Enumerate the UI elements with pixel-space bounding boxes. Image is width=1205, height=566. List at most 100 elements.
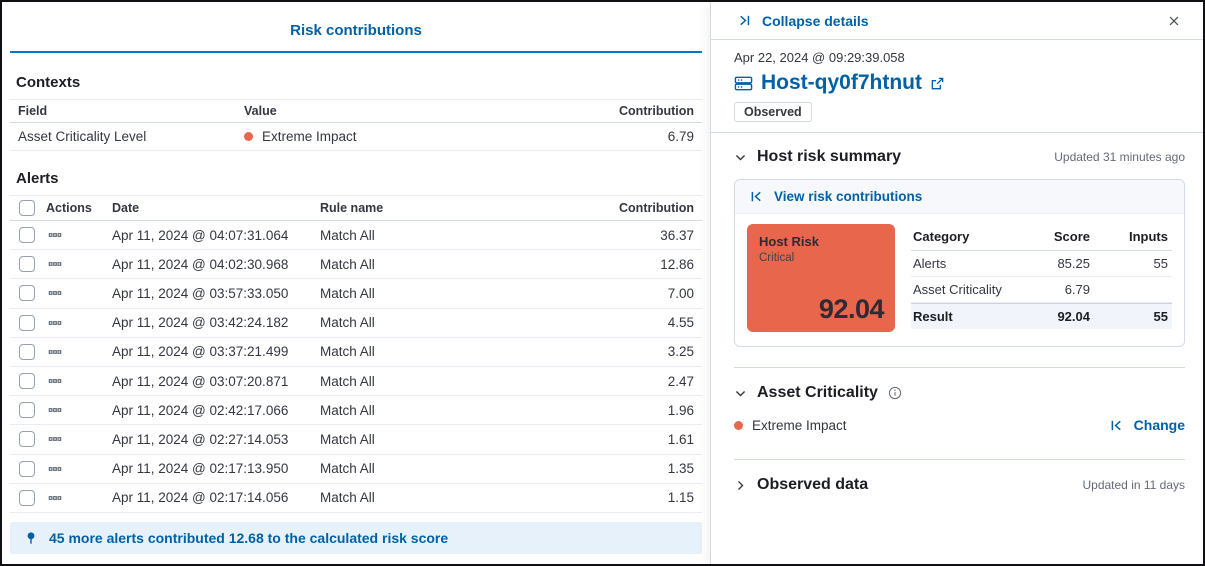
row-checkbox[interactable] <box>19 402 35 418</box>
app-window: Risk contributions Contexts Field Value … <box>0 0 1205 566</box>
alerts-col-rule-name: Rule name <box>320 201 582 215</box>
criticality-dot <box>734 421 743 430</box>
divider <box>734 459 1185 460</box>
category-name: Asset Criticality <box>911 282 1010 297</box>
row-checkbox[interactable] <box>19 373 35 389</box>
alert-row: Apr 11, 2024 @ 03:37:21.499 Match All 3.… <box>10 338 702 367</box>
alert-contribution: 12.86 <box>582 257 702 272</box>
risk-summary-updated: Updated 31 minutes ago <box>1054 150 1185 164</box>
popout-icon[interactable] <box>930 76 945 91</box>
observed-badge: Observed <box>734 102 812 122</box>
alerts-heading: Alerts <box>16 170 702 187</box>
alert-row: Apr 11, 2024 @ 02:17:13.950 Match All 1.… <box>10 455 702 484</box>
risk-card-title: Host Risk <box>759 234 883 249</box>
alert-date: Apr 11, 2024 @ 03:42:24.182 <box>112 315 320 330</box>
close-flyout-button[interactable] <box>1165 12 1183 30</box>
col-category: Category <box>911 229 1010 244</box>
alert-date: Apr 11, 2024 @ 03:57:33.050 <box>112 286 320 301</box>
host-risk-summary-header: Host risk summary Updated 31 minutes ago <box>734 148 1185 166</box>
row-checkbox[interactable] <box>19 227 35 243</box>
category-score: 92.04 <box>1010 309 1090 324</box>
alert-date: Apr 11, 2024 @ 03:07:20.871 <box>112 374 320 389</box>
row-checkbox[interactable] <box>19 344 35 360</box>
alert-actions-button[interactable] <box>46 430 64 448</box>
context-contribution: 6.79 <box>572 129 702 144</box>
row-checkbox[interactable] <box>19 285 35 301</box>
alert-actions-button[interactable] <box>46 255 64 273</box>
alert-contribution: 1.35 <box>582 461 702 476</box>
risk-category-table: Category Score Inputs Alerts 85.25 55 As… <box>911 226 1172 332</box>
alert-row: Apr 11, 2024 @ 02:27:14.053 Match All 1.… <box>10 425 702 454</box>
contexts-table-header: Field Value Contribution <box>10 99 702 123</box>
category-score: 85.25 <box>1010 256 1090 271</box>
alert-actions-button[interactable] <box>46 401 64 419</box>
category-inputs: 55 <box>1090 309 1172 324</box>
tab-risk-contributions[interactable]: Risk contributions <box>290 22 422 39</box>
alert-actions-button[interactable] <box>46 372 64 390</box>
category-table-header: Category Score Inputs <box>911 226 1172 251</box>
col-inputs: Inputs <box>1090 229 1172 244</box>
alert-contribution: 36.37 <box>582 228 702 243</box>
select-all-checkbox[interactable] <box>19 200 35 216</box>
row-checkbox[interactable] <box>19 256 35 272</box>
context-value: Extreme Impact <box>262 129 357 144</box>
context-field: Asset Criticality Level <box>10 129 244 144</box>
boxes-horizontal-icon <box>48 286 62 300</box>
row-checkbox[interactable] <box>19 490 35 506</box>
row-checkbox[interactable] <box>19 315 35 331</box>
asset-criticality-header: Asset Criticality <box>734 384 1185 402</box>
row-checkbox[interactable] <box>19 431 35 447</box>
alert-row: Apr 11, 2024 @ 03:42:24.182 Match All 4.… <box>10 309 702 338</box>
collapse-details-button[interactable]: Collapse details <box>737 13 869 29</box>
alerts-col-actions: Actions <box>46 201 112 215</box>
alert-actions-button[interactable] <box>46 226 64 244</box>
info-circle-icon <box>888 386 902 400</box>
tab-bar: Risk contributions <box>10 8 702 53</box>
alert-rule-name: Match All <box>320 344 582 359</box>
alert-rule-name: Match All <box>320 257 582 272</box>
view-risk-contributions-link[interactable]: View risk contributions <box>749 189 922 204</box>
alert-row: Apr 11, 2024 @ 03:07:20.871 Match All 2.… <box>10 367 702 396</box>
boxes-horizontal-icon <box>48 345 62 359</box>
more-alerts-text: 45 more alerts contributed 12.68 to the … <box>49 530 448 546</box>
asset-criticality-value: Extreme Impact <box>752 418 847 433</box>
divider <box>711 132 1203 133</box>
alerts-col-contribution: Contribution <box>582 201 702 215</box>
boxes-horizontal-icon <box>48 257 62 271</box>
alert-rule-name: Match All <box>320 374 582 389</box>
risk-summary-panel: View risk contributions Host Risk Critic… <box>734 179 1185 347</box>
chevron-right-icon[interactable] <box>734 479 747 492</box>
alert-date: Apr 11, 2024 @ 04:02:30.968 <box>112 257 320 272</box>
change-criticality-link[interactable]: Change <box>1109 417 1185 433</box>
host-title-row: Host-qy0f7htnut <box>734 71 1185 95</box>
alert-actions-button[interactable] <box>46 343 64 361</box>
view-risk-contributions-label: View risk contributions <box>774 189 922 204</box>
alert-contribution: 3.25 <box>582 344 702 359</box>
alert-date: Apr 11, 2024 @ 02:42:17.066 <box>112 403 320 418</box>
alert-rule-name: Match All <box>320 228 582 243</box>
row-checkbox[interactable] <box>19 461 35 477</box>
alert-actions-button[interactable] <box>46 489 64 507</box>
change-criticality-label: Change <box>1134 417 1185 433</box>
category-row-result: Result 92.04 55 <box>911 303 1172 329</box>
alert-actions-button[interactable] <box>46 284 64 302</box>
chevron-down-icon[interactable] <box>734 387 747 400</box>
criticality-dot <box>244 132 253 141</box>
alert-actions-button[interactable] <box>46 314 64 332</box>
alert-row: Apr 11, 2024 @ 04:02:30.968 Match All 12… <box>10 250 702 279</box>
alert-contribution: 4.55 <box>582 315 702 330</box>
asset-criticality-title: Asset Criticality <box>757 384 878 402</box>
arrow-start-icon <box>1109 418 1124 433</box>
alert-row: Apr 11, 2024 @ 03:57:33.050 Match All 7.… <box>10 279 702 308</box>
alert-actions-button[interactable] <box>46 460 64 478</box>
arrow-end-icon <box>737 13 752 28</box>
chevron-down-icon[interactable] <box>734 151 747 164</box>
alert-rule-name: Match All <box>320 403 582 418</box>
category-name: Result <box>911 309 1010 324</box>
category-inputs <box>1090 282 1172 297</box>
asset-criticality-row: Extreme Impact Change <box>734 417 1185 433</box>
flyout-body: Apr 22, 2024 @ 09:29:39.058 Host-qy0f7ht… <box>711 40 1203 494</box>
alert-contribution: 7.00 <box>582 286 702 301</box>
host-name-link[interactable]: Host-qy0f7htnut <box>761 71 922 95</box>
boxes-horizontal-icon <box>48 432 62 446</box>
